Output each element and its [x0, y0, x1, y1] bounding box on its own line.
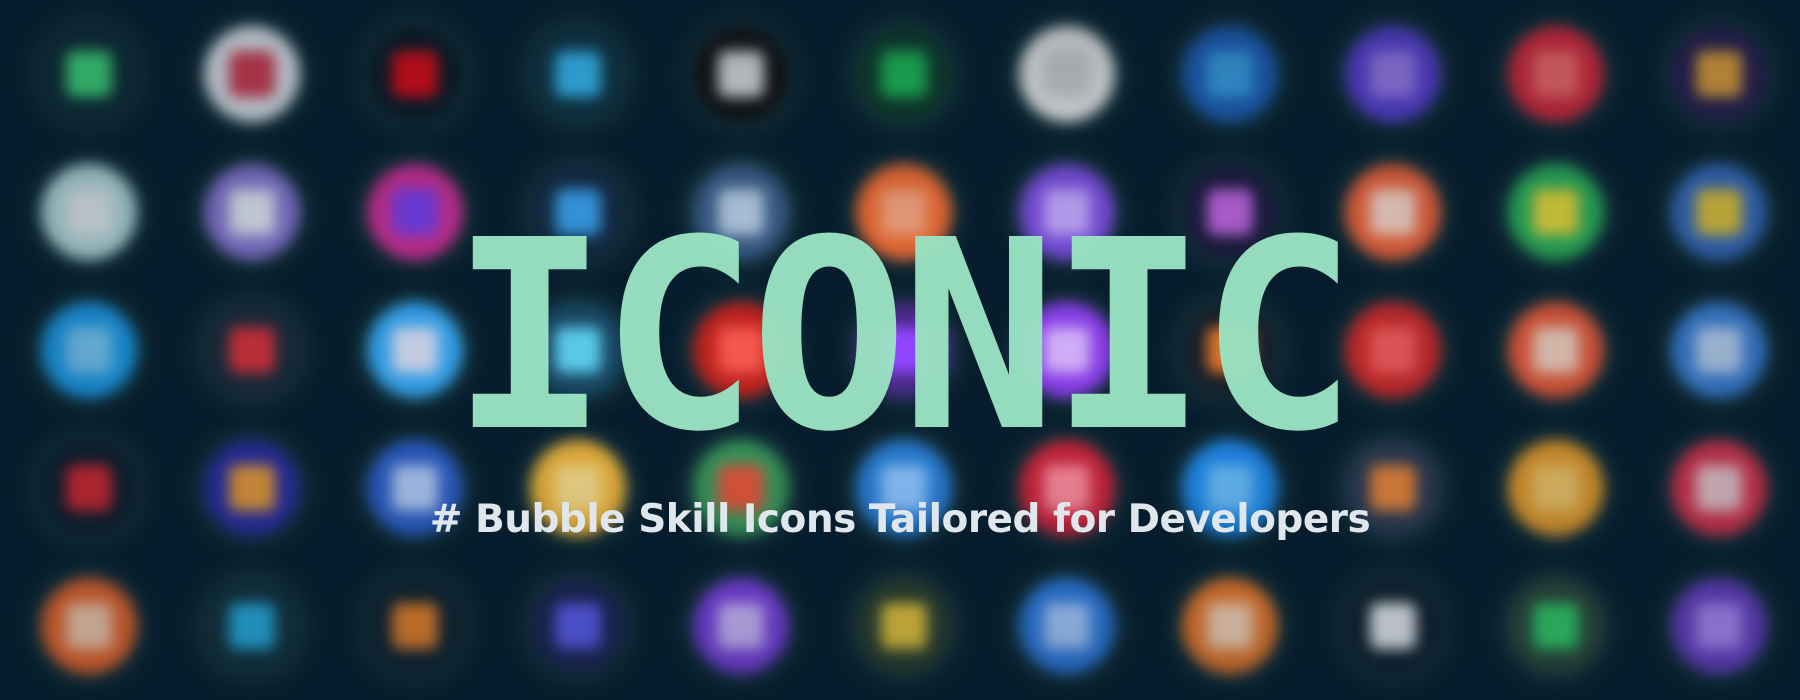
visual-studio-icon-glyph — [1696, 603, 1742, 649]
tailwind-icon — [530, 26, 626, 122]
vite-icon-glyph — [555, 603, 601, 649]
spotify-icon-glyph — [881, 51, 927, 97]
rocket-icon — [1671, 26, 1767, 122]
spotify-icon — [856, 26, 952, 122]
nginx-icon-glyph — [1533, 603, 1579, 649]
next-icon — [693, 26, 789, 122]
gitlab-icon-glyph — [66, 603, 112, 649]
banner-title: ICONIC — [450, 184, 1357, 489]
nuxt-icon-glyph — [66, 51, 112, 97]
vivaldi-icon-glyph — [229, 51, 275, 97]
rocket-icon-glyph — [1696, 51, 1742, 97]
vue-icon-glyph — [881, 603, 927, 649]
typescript-icon-glyph — [1044, 603, 1090, 649]
nginx-icon — [1508, 578, 1604, 674]
tailwind-icon-glyph — [555, 51, 601, 97]
netflix-icon-glyph — [392, 51, 438, 97]
triangle-icon — [1345, 578, 1441, 674]
nuxt-icon — [41, 26, 137, 122]
opera-icon — [1508, 26, 1604, 122]
globe-icon-glyph — [1207, 51, 1253, 97]
opera-icon-glyph — [1533, 51, 1579, 97]
prettier-icon-glyph — [392, 603, 438, 649]
phantom-icon — [1345, 26, 1441, 122]
prettier-icon — [367, 578, 463, 674]
darkmode-icon-glyph — [718, 603, 764, 649]
vue-icon — [856, 578, 952, 674]
vite-icon — [530, 578, 626, 674]
phantom-icon-glyph — [1370, 51, 1416, 97]
visual-studio-icon — [1671, 578, 1767, 674]
iconic-banner: ICONIC # Bubble Skill Icons Tailored for… — [0, 0, 1800, 700]
triangle-icon-glyph — [1370, 603, 1416, 649]
typescript-icon — [1019, 578, 1115, 674]
prisma-icon — [204, 578, 300, 674]
globe-icon — [1182, 26, 1278, 122]
banner-tagline: # Bubble Skill Icons Tailored for Develo… — [429, 497, 1371, 542]
gitlab-icon — [41, 578, 137, 674]
notion-icon-glyph — [1044, 51, 1090, 97]
darkmode-icon — [693, 578, 789, 674]
notion-icon — [1019, 26, 1115, 122]
netflix-icon — [367, 26, 463, 122]
prisma-icon-glyph — [229, 603, 275, 649]
next-icon-glyph — [718, 51, 764, 97]
ubuntu-icon-glyph — [1207, 603, 1253, 649]
vivaldi-icon — [204, 26, 300, 122]
ubuntu-icon — [1182, 578, 1278, 674]
